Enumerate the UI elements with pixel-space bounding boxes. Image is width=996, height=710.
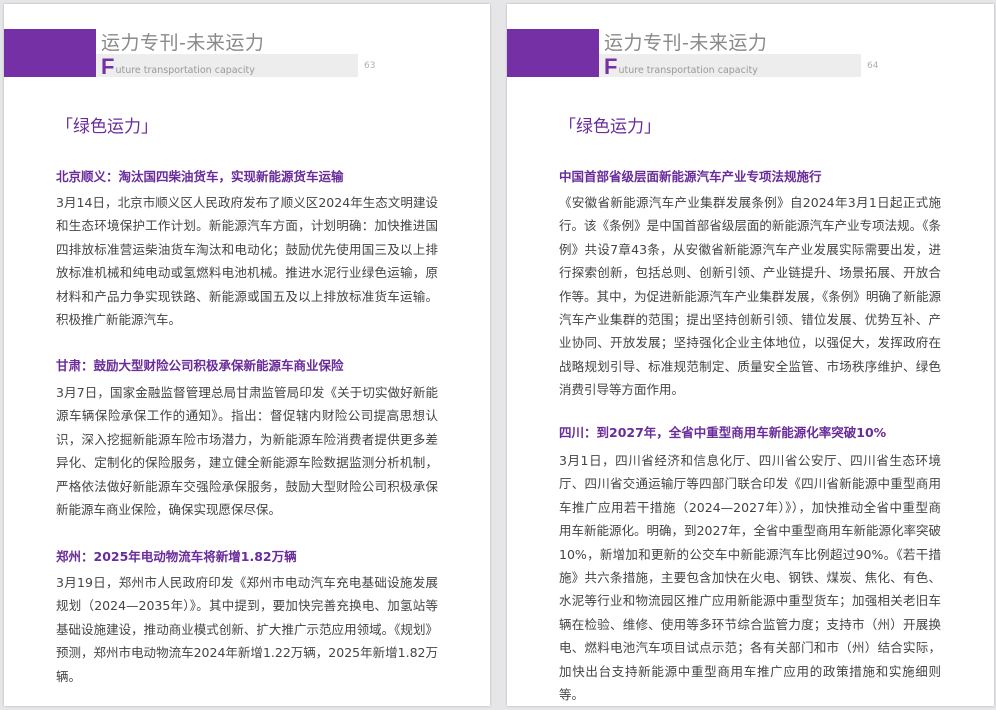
header-subtitle-initial: F	[604, 54, 618, 79]
article-heading: 四川：到2027年，全省中重型商用车新能源化率突破10%	[559, 425, 887, 440]
page-right: 运力专刊-未来运力 Future transportation capacity…	[507, 4, 994, 706]
page-number: 64	[867, 61, 879, 71]
article-body: 3月14日，北京市顺义区人民政府发布了顺义区2024年生态文明建设和生态环境保护…	[56, 195, 438, 328]
section-tag: 「绿色运力」	[559, 117, 661, 137]
section-tag: 「绿色运力」	[56, 117, 158, 137]
page-number: 63	[364, 61, 376, 71]
article-body: 3月7日，国家金融监督管理总局甘肃监管局印发《关于切实做好新能源车辆保险承保工作…	[56, 385, 438, 518]
header-subtitle: Future transportation capacity	[101, 54, 255, 84]
header-accent-block	[507, 29, 599, 77]
header-accent-block	[4, 29, 96, 77]
article-heading: 甘肃：鼓励大型财险公司积极承保新能源车商业保险	[56, 358, 344, 373]
article-heading: 郑州：2025年电动物流车将新增1.82万辆	[56, 549, 297, 564]
article-body: 《安徽省新能源汽车产业集群发展条例》自2024年3月1日起正式施行。该《条例》是…	[559, 195, 941, 398]
header-subtitle: Future transportation capacity	[604, 54, 758, 84]
header-subtitle-rest: uture transportation capacity	[115, 65, 255, 76]
article-heading: 北京顺义：淘汰国四柴油货车，实现新能源货车运输	[56, 169, 344, 184]
header-title: 运力专刊-未来运力	[101, 32, 265, 54]
header-title: 运力专刊-未来运力	[604, 32, 768, 54]
article-body: 3月19日，郑州市人民政府印发《郑州市电动汽车充电基础设施发展规划（2024—2…	[56, 575, 438, 684]
header-subtitle-initial: F	[101, 54, 115, 79]
header-subtitle-rest: uture transportation capacity	[618, 65, 758, 76]
article-heading: 中国首部省级层面新能源汽车产业专项法规施行	[559, 169, 822, 184]
article-body: 3月1日，四川省经济和信息化厅、四川省公安厅、四川省生态环境厅、四川省交通运输厅…	[559, 453, 941, 703]
page-left: 运力专刊-未来运力 Future transportation capacity…	[4, 4, 490, 706]
